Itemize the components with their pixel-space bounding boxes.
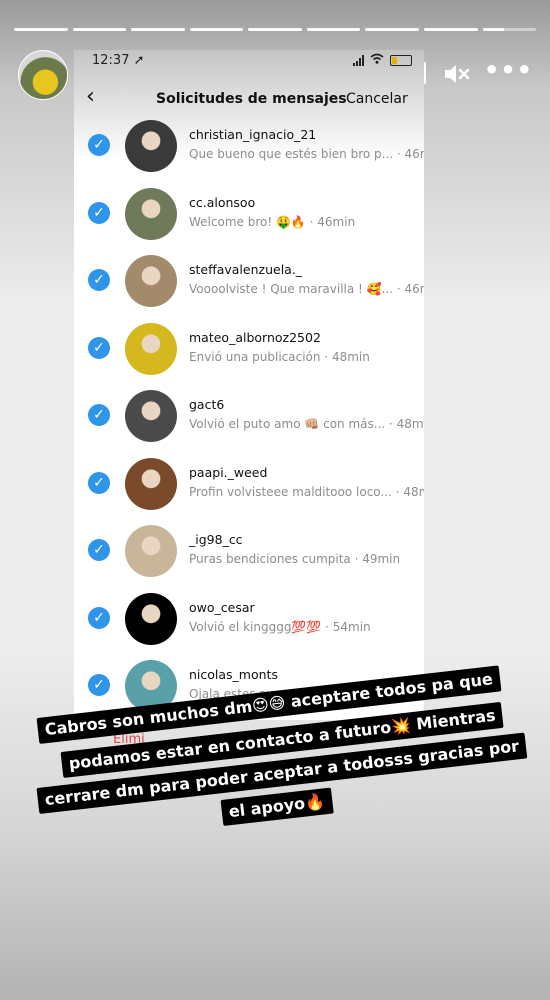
- more-options-icon[interactable]: •••: [484, 56, 533, 84]
- checkmark-icon[interactable]: ✓: [88, 269, 110, 291]
- progress-segment: [131, 28, 185, 31]
- request-message-preview: Volvió el kingggg💯💯 · 54min: [189, 619, 371, 634]
- wifi-icon: [370, 53, 384, 68]
- checkmark-icon[interactable]: ✓: [88, 336, 110, 359]
- request-message-preview: Volvió el puto amo 👊🏼 con más... · 48m: [189, 417, 424, 431]
- request-row[interactable]: ✓ gact6 Volvió el puto amo 👊🏼 con más... ·…: [74, 382, 424, 450]
- request-row[interactable]: ✓ steffavalenzuela._ Voooolviste ! Que mar…: [74, 247, 424, 315]
- chevron-left-icon[interactable]: ‹: [86, 84, 95, 109]
- progress-segment: [306, 28, 361, 31]
- mute-icon[interactable]: [443, 62, 471, 86]
- checkmark-icon[interactable]: ✓: [88, 404, 110, 426]
- phone-status-bar: 12:37 ➚: [92, 53, 412, 69]
- progress-segment: [14, 28, 68, 31]
- caption-line-3: cerrare dm para poder aceptar a todosss …: [36, 732, 528, 814]
- request-message-preview: Puras bendiciones cumpita · 49min: [189, 552, 401, 566]
- request-username: owo_cesar: [189, 599, 255, 615]
- request-row[interactable]: ✓ _ig98_cc Puras bendiciones cumpita · 49m…: [74, 517, 424, 585]
- request-row[interactable]: ✓ cc.alonsoo Welcome bro! 🤑🔥 · 46min: [74, 180, 424, 248]
- progress-segment: [365, 28, 419, 31]
- progress-segment: [482, 28, 537, 31]
- checkmark-icon[interactable]: ✓: [88, 539, 110, 561]
- battery-icon: [390, 55, 412, 66]
- request-avatar[interactable]: [125, 255, 177, 307]
- profile-avatar[interactable]: [18, 50, 68, 100]
- signal-icon: [353, 55, 364, 66]
- progress-segment: [189, 28, 244, 31]
- request-avatar[interactable]: [125, 525, 177, 577]
- request-message-preview: Welcome bro! 🤑🔥 · 46min: [189, 214, 356, 229]
- request-row[interactable]: ✓ paapi._weed Profin volvisteee malditooo …: [74, 450, 424, 518]
- location-arrow-icon: ➚: [133, 53, 145, 68]
- phone-clock: 12:37 ➚: [92, 53, 145, 68]
- request-avatar[interactable]: [125, 390, 177, 442]
- progress-segment: [248, 28, 302, 31]
- checkmark-icon[interactable]: ✓: [88, 471, 110, 494]
- request-avatar[interactable]: [125, 592, 177, 645]
- request-username: christian_ignacio_21: [189, 127, 317, 142]
- request-username: nicolas_monts: [189, 667, 278, 682]
- story-progress: [14, 28, 537, 31]
- cancel-button[interactable]: Cancelar: [346, 91, 408, 107]
- request-avatar[interactable]: [125, 457, 177, 510]
- delete-button-partial[interactable]: Elimi: [113, 732, 145, 747]
- request-avatar[interactable]: [125, 187, 177, 240]
- request-row[interactable]: ✓ nicolas_monts Ojala estes super · 54min: [74, 652, 424, 720]
- page-title: Solicitudes de mensajes: [156, 91, 347, 107]
- checkmark-icon[interactable]: ✓: [88, 134, 110, 156]
- checkmark-icon[interactable]: ✓: [88, 201, 110, 224]
- request-message-preview: Envió una publicación · 48min: [189, 349, 370, 364]
- request-message-preview: Profin volvisteee malditooo loco... · 48…: [189, 484, 424, 499]
- request-avatar[interactable]: [125, 322, 177, 375]
- request-message-preview: Ojala estes super · 54min: [189, 687, 343, 701]
- request-username: gact6: [189, 397, 225, 412]
- request-row[interactable]: ✓ christian_ignacio_21 Que bueno que estés…: [74, 112, 424, 180]
- request-row[interactable]: ✓ owo_cesar Volvió el kingggg💯💯 · 54min: [74, 585, 424, 653]
- request-username: _ig98_cc: [189, 532, 243, 547]
- progress-segment: [72, 28, 127, 31]
- request-message-preview: Voooolviste ! Que maravilla ! 🥰... · 46m: [189, 282, 424, 296]
- request-avatar[interactable]: [125, 660, 177, 712]
- checkmark-icon[interactable]: ✓: [88, 674, 110, 696]
- caption-line-4: el apoyo🔥: [220, 787, 334, 826]
- message-requests-list: ✓ christian_ignacio_21 Que bueno que estés…: [74, 112, 424, 720]
- request-row[interactable]: ✓ mateo_albornoz2502 Envió una publicación…: [74, 315, 424, 383]
- request-message-preview: Que bueno que estés bien bro p... · 46m: [189, 147, 424, 161]
- request-username: mateo_albornoz2502: [189, 329, 321, 345]
- checkmark-icon[interactable]: ✓: [88, 606, 110, 629]
- progress-segment: [423, 28, 478, 31]
- request-username: cc.alonsoo: [189, 194, 256, 210]
- request-username: steffavalenzuela._: [189, 262, 303, 277]
- request-avatar[interactable]: [125, 120, 177, 172]
- requests-nav-bar: ‹ Solicitudes de mensajes Cancelar: [74, 84, 424, 114]
- request-username: paapi._weed: [189, 464, 268, 480]
